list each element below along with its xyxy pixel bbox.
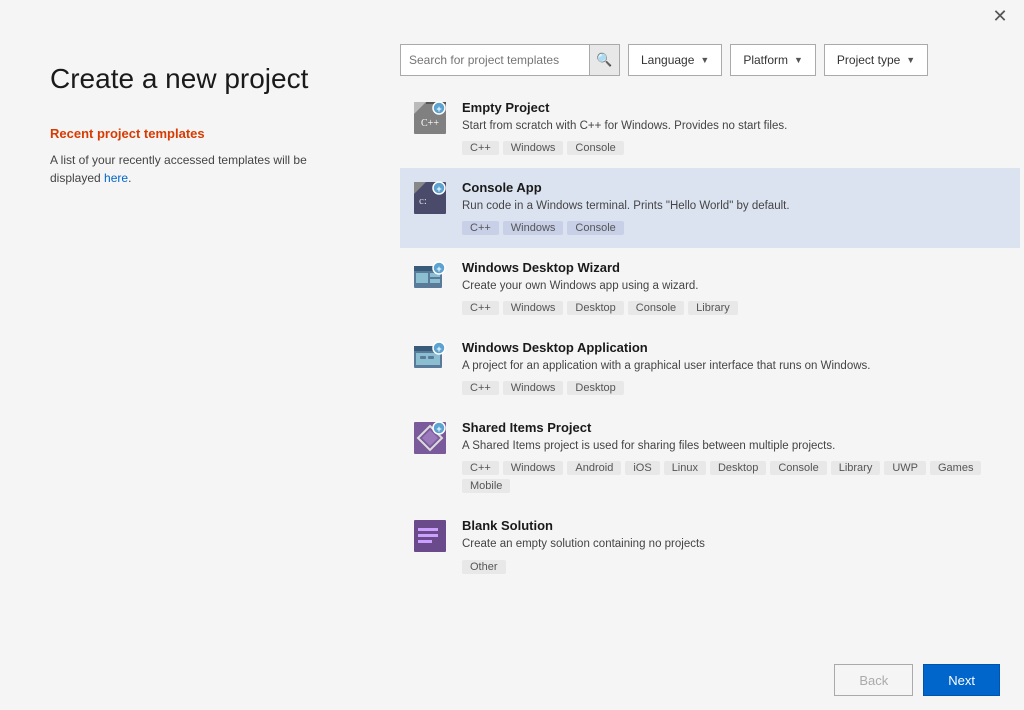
template-item-blank-solution[interactable]: Blank Solution Create an empty solution … [400, 506, 1020, 586]
template-icon-windows-desktop-app: + [412, 340, 448, 376]
template-icon-blank-solution [412, 518, 448, 554]
tag-windows: Windows [503, 381, 564, 395]
language-chevron-icon: ▼ [700, 55, 709, 65]
platform-label: Platform [743, 53, 788, 67]
tag-c++: C++ [462, 221, 499, 235]
template-tags-windows-desktop-wizard: C++ WindowsDesktop Console Library [462, 301, 1004, 315]
tag-console: Console [567, 141, 623, 155]
recent-desc-text2: displayed [50, 171, 104, 185]
tag-desktop: Desktop [567, 301, 623, 315]
tag-c++: C++ [462, 461, 499, 475]
tag-library: Library [831, 461, 881, 475]
template-tags-console-app: C++ WindowsConsole [462, 221, 1004, 235]
close-button[interactable]: ✕ [984, 0, 1016, 32]
page-title: Create a new project [50, 62, 360, 96]
template-name-shared-items: Shared Items Project [462, 420, 1004, 435]
template-info-empty-project: Empty Project Start from scratch with C+… [462, 100, 1004, 155]
platform-chevron-icon: ▼ [794, 55, 803, 65]
template-info-windows-desktop-wizard: Windows Desktop Wizard Create your own W… [462, 260, 1004, 315]
template-name-windows-desktop-wizard: Windows Desktop Wizard [462, 260, 1004, 275]
right-panel: 🔍 Language ▼ Platform ▼ Project type ▼ [400, 32, 1024, 650]
tag-linux: Linux [664, 461, 706, 475]
template-item-windows-desktop-wizard[interactable]: + Windows Desktop Wizard Create your own… [400, 248, 1020, 328]
template-tags-shared-items: C++ WindowsAndroid iOS Linux Desktop Console L… [462, 461, 1004, 493]
svg-text:+: + [436, 104, 441, 114]
template-name-blank-solution: Blank Solution [462, 518, 1004, 533]
tag-library: Library [688, 301, 738, 315]
svg-text:C++: C++ [421, 118, 439, 129]
platform-dropdown[interactable]: Platform ▼ [730, 44, 816, 76]
tag-ios: iOS [625, 461, 659, 475]
template-desc-console-app: Run code in a Windows terminal. Prints "… [462, 198, 1004, 214]
search-input[interactable] [401, 45, 589, 75]
tag-windows: Windows [503, 301, 564, 315]
back-button[interactable]: Back [834, 664, 913, 696]
next-button[interactable]: Next [923, 664, 1000, 696]
tag-windows: Windows [503, 221, 564, 235]
template-tags-empty-project: C++ WindowsConsole [462, 141, 1004, 155]
tag-c++: C++ [462, 141, 499, 155]
svg-text:+: + [436, 344, 441, 354]
tag-console: Console [628, 301, 684, 315]
template-desc-windows-desktop-wizard: Create your own Windows app using a wiza… [462, 278, 1004, 294]
template-icon-windows-desktop-wizard: + [412, 260, 448, 296]
tag-desktop: Desktop [710, 461, 766, 475]
language-dropdown[interactable]: Language ▼ [628, 44, 722, 76]
project-type-chevron-icon: ▼ [906, 55, 915, 65]
template-tags-blank-solution: Other [462, 560, 1004, 574]
title-bar: ✕ [0, 0, 1024, 32]
template-icon-shared-items: + [412, 420, 448, 456]
tag-c++: C++ [462, 301, 499, 315]
tag-games: Games [930, 461, 981, 475]
template-name-windows-desktop-app: Windows Desktop Application [462, 340, 1004, 355]
main-window: ✕ Create a new project Recent project te… [0, 0, 1024, 710]
svg-text:+: + [436, 264, 441, 274]
template-info-blank-solution: Blank Solution Create an empty solution … [462, 518, 1004, 573]
footer: Back Next [0, 650, 1024, 710]
left-panel: Create a new project Recent project temp… [0, 32, 400, 650]
template-desc-blank-solution: Create an empty solution containing no p… [462, 536, 1004, 552]
templates-list: C++ + Empty Project Start from scratch w… [400, 88, 1024, 650]
template-item-empty-project[interactable]: C++ + Empty Project Start from scratch w… [400, 88, 1020, 168]
svg-text:+: + [436, 184, 441, 194]
tag-console: Console [770, 461, 826, 475]
language-label: Language [641, 53, 694, 67]
template-name-console-app: Console App [462, 180, 1004, 195]
tag-console: Console [567, 221, 623, 235]
tag-mobile: Mobile [462, 479, 510, 493]
template-icon-empty-project: C++ + [412, 100, 448, 136]
template-info-windows-desktop-app: Windows Desktop Application A project fo… [462, 340, 1004, 395]
tag-android: Android [567, 461, 621, 475]
template-name-empty-project: Empty Project [462, 100, 1004, 115]
template-icon-console-app: c: + [412, 180, 448, 216]
search-box: 🔍 [400, 44, 620, 76]
recent-desc-link[interactable]: here [104, 171, 128, 185]
recent-desc-end: . [128, 171, 131, 185]
tag-desktop: Desktop [567, 381, 623, 395]
content-area: Create a new project Recent project temp… [0, 32, 1024, 650]
template-item-console-app[interactable]: c: + Console App Run code in a Windows t… [400, 168, 1020, 248]
project-type-label: Project type [837, 53, 900, 67]
template-item-shared-items[interactable]: + Shared Items Project A Shared Items pr… [400, 408, 1020, 506]
svg-text:+: + [436, 424, 441, 434]
template-info-console-app: Console App Run code in a Windows termin… [462, 180, 1004, 235]
template-item-windows-desktop-app[interactable]: + Windows Desktop Application A project … [400, 328, 1020, 408]
template-tags-windows-desktop-app: C++ WindowsDesktop [462, 381, 1004, 395]
toolbar: 🔍 Language ▼ Platform ▼ Project type ▼ [400, 32, 1024, 88]
search-button[interactable]: 🔍 [589, 45, 619, 75]
template-desc-shared-items: A Shared Items project is used for shari… [462, 438, 1004, 454]
svg-text:c:: c: [419, 195, 427, 207]
tag-uwp: UWP [884, 461, 926, 475]
tag-c++: C++ [462, 381, 499, 395]
template-desc-empty-project: Start from scratch with C++ for Windows.… [462, 118, 1004, 134]
tag-windows: Windows [503, 141, 564, 155]
project-type-dropdown[interactable]: Project type ▼ [824, 44, 928, 76]
recent-heading: Recent project templates [50, 126, 360, 141]
recent-desc: A list of your recently accessed templat… [50, 151, 360, 187]
tag-windows: Windows [503, 461, 564, 475]
template-desc-windows-desktop-app: A project for an application with a grap… [462, 358, 1004, 374]
recent-desc-text1: A list of your recently accessed templat… [50, 153, 307, 167]
template-info-shared-items: Shared Items Project A Shared Items proj… [462, 420, 1004, 493]
tag-other: Other [462, 560, 506, 574]
